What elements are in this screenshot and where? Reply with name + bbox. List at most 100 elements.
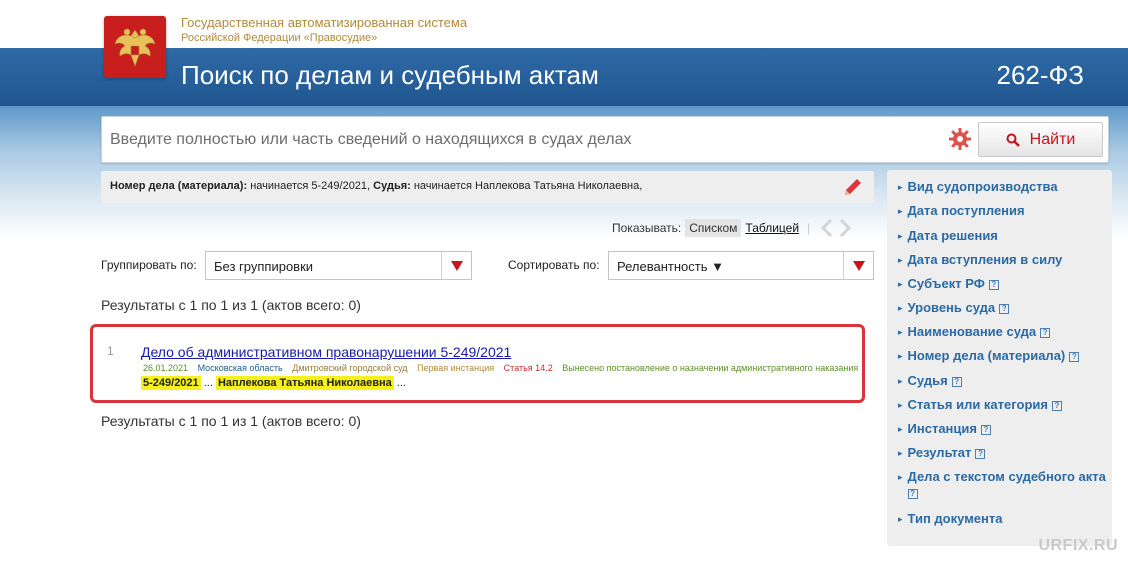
help-icon[interactable]: ? bbox=[988, 280, 999, 290]
filter-sidebar: ▸ Вид судопроизводства ▸ Дата поступления … bbox=[887, 170, 1112, 546]
help-icon[interactable]: ? bbox=[1069, 352, 1080, 362]
result-article: Статья 14.2 bbox=[503, 363, 553, 373]
sidebar-item-result[interactable]: ▸ Результат? bbox=[898, 445, 986, 460]
view-mode-label: Показывать: bbox=[612, 221, 682, 235]
triangle-down-icon bbox=[450, 260, 463, 271]
sidebar-item-label: Субъект РФ bbox=[907, 276, 985, 291]
help-icon[interactable]: ? bbox=[1051, 401, 1062, 411]
view-separator: | bbox=[807, 221, 811, 235]
bullet-icon: ▸ bbox=[898, 279, 903, 289]
gear-icon[interactable] bbox=[948, 127, 972, 151]
find-button[interactable]: Найти bbox=[978, 122, 1103, 157]
result-number: 1 bbox=[107, 344, 114, 358]
bullet-icon: ▸ bbox=[898, 351, 903, 361]
sidebar-item-label: Наименование суда bbox=[907, 324, 1037, 339]
sidebar-item-judge[interactable]: ▸ Судья? bbox=[898, 373, 962, 388]
view-table-option[interactable]: Таблицей bbox=[745, 221, 799, 235]
sort-by-value: Релевантность ▼ bbox=[617, 259, 724, 274]
help-icon[interactable]: ? bbox=[907, 489, 918, 499]
russian-coat-of-arms-logo bbox=[104, 16, 166, 78]
sidebar-item-article[interactable]: ▸ Статья или категория? bbox=[898, 397, 1062, 412]
result-court: Дмитровский городской суд bbox=[292, 363, 408, 373]
bullet-icon: ▸ bbox=[898, 424, 903, 434]
bullet-icon: ▸ bbox=[898, 231, 903, 241]
sidebar-item-label: Судья bbox=[907, 373, 948, 388]
triangle-down-icon bbox=[852, 260, 865, 271]
edit-pencil-icon[interactable] bbox=[842, 176, 864, 198]
search-icon bbox=[1006, 133, 1020, 147]
sidebar-item-label: Уровень суда bbox=[907, 300, 996, 315]
sidebar-item-document-type[interactable]: ▸ Тип документа bbox=[898, 511, 1003, 526]
group-by-select[interactable]: Без группировки bbox=[205, 251, 472, 280]
system-name-line2: Российской Федерации «Правосудие» bbox=[181, 32, 378, 44]
bullet-icon: ▸ bbox=[898, 376, 903, 386]
sidebar-item-receipt-date[interactable]: ▸ Дата поступления bbox=[898, 203, 1025, 218]
criteria-case-label: Номер дела (материала): bbox=[110, 180, 248, 192]
view-mode-switcher: Показывать: Списком Таблицей | bbox=[612, 218, 852, 238]
sidebar-item-label: Результат bbox=[907, 445, 972, 460]
group-by-value: Без группировки bbox=[214, 259, 314, 274]
sidebar-item-label: Вид судопроизводства bbox=[907, 179, 1058, 194]
result-meta: 26.01.2021 Московская область Дмитровски… bbox=[143, 363, 865, 373]
criteria-judge-label: Судья: bbox=[373, 180, 411, 192]
group-by-dropdown-arrow[interactable] bbox=[441, 252, 471, 279]
highlight-ellipsis-end: ... bbox=[396, 377, 406, 389]
result-region: Московская область bbox=[197, 363, 283, 373]
highlight-case-number: 5-249/2021 bbox=[141, 376, 201, 390]
bullet-icon: ▸ bbox=[898, 206, 903, 216]
result-instance: Первая инстанция bbox=[417, 363, 495, 373]
top-strip bbox=[0, 0, 1128, 48]
bullet-icon: ▸ bbox=[898, 327, 903, 337]
sidebar-item-case-type[interactable]: ▸ Вид судопроизводства bbox=[898, 179, 1058, 194]
view-list-option[interactable]: Списком bbox=[685, 219, 742, 237]
page-title: Поиск по делам и судебным актам bbox=[181, 60, 599, 90]
sidebar-item-label: Дела с текстом судебного акта bbox=[907, 469, 1106, 484]
sort-by-label: Сортировать по: bbox=[508, 258, 600, 272]
sort-by-dropdown-arrow[interactable] bbox=[843, 252, 873, 279]
sidebar-item-region[interactable]: ▸ Субъект РФ? bbox=[898, 276, 999, 291]
result-highlights: 5-249/2021 ... Наплекова Татьяна Николае… bbox=[141, 376, 406, 390]
results-count-bottom: Результаты с 1 по 1 из 1 (актов всего: 0… bbox=[101, 413, 361, 429]
sidebar-item-instance[interactable]: ▸ Инстанция? bbox=[898, 421, 991, 436]
group-by-label: Группировать по: bbox=[101, 258, 197, 272]
find-button-label: Найти bbox=[1029, 130, 1076, 148]
chevron-left-icon[interactable] bbox=[820, 218, 834, 238]
search-input[interactable] bbox=[110, 125, 930, 155]
sort-by-select[interactable]: Релевантность ▼ bbox=[608, 251, 874, 280]
sidebar-item-label: Номер дела (материала) bbox=[907, 348, 1066, 363]
sidebar-item-label: Статья или категория bbox=[907, 397, 1048, 412]
result-date: 26.01.2021 bbox=[143, 363, 189, 373]
highlight-judge-name: Наплекова Татьяна Николаевна bbox=[215, 376, 394, 390]
bullet-icon: ▸ bbox=[898, 514, 903, 524]
sidebar-item-label: Дата вступления в силу bbox=[907, 252, 1063, 267]
result-item: 1 Дело об административном правонарушени… bbox=[90, 324, 865, 403]
double-headed-eagle-icon bbox=[114, 28, 156, 67]
sidebar-item-label: Дата решения bbox=[907, 228, 998, 243]
bullet-icon: ▸ bbox=[898, 472, 903, 482]
help-icon[interactable]: ? bbox=[980, 425, 991, 435]
sidebar-item-label: Дата поступления bbox=[907, 203, 1025, 218]
bullet-icon: ▸ bbox=[898, 182, 903, 192]
bullet-icon: ▸ bbox=[898, 448, 903, 458]
results-count-top: Результаты с 1 по 1 из 1 (актов всего: 0… bbox=[101, 297, 361, 313]
sidebar-item-with-act-text[interactable]: ▸ Дела с текстом судебного акта? bbox=[898, 469, 1108, 501]
criteria-case-value: начинается 5-249/2021, bbox=[250, 180, 371, 192]
help-icon[interactable]: ? bbox=[1040, 328, 1051, 338]
help-icon[interactable]: ? bbox=[999, 304, 1010, 314]
result-title-link[interactable]: Дело об административном правонарушении … bbox=[141, 344, 511, 360]
system-name-line1: Государственная автоматизированная систе… bbox=[181, 15, 468, 30]
sidebar-item-court-name[interactable]: ▸ Наименование суда? bbox=[898, 324, 1051, 339]
chevron-right-icon[interactable] bbox=[838, 218, 852, 238]
sidebar-item-decision-date[interactable]: ▸ Дата решения bbox=[898, 228, 998, 243]
sidebar-item-label: Тип документа bbox=[907, 511, 1003, 526]
criteria-judge-value: начинается Наплекова Татьяна Николаевна, bbox=[413, 180, 643, 192]
bullet-icon: ▸ bbox=[898, 400, 903, 410]
sidebar-item-court-level[interactable]: ▸ Уровень суда? bbox=[898, 300, 1010, 315]
search-box: Найти bbox=[101, 116, 1109, 163]
help-icon[interactable]: ? bbox=[951, 377, 962, 387]
help-icon[interactable]: ? bbox=[975, 449, 986, 459]
sidebar-item-effective-date[interactable]: ▸ Дата вступления в силу bbox=[898, 252, 1062, 267]
law-number: 262-ФЗ bbox=[996, 60, 1084, 90]
sidebar-item-case-number[interactable]: ▸ Номер дела (материала)? bbox=[898, 348, 1080, 363]
sidebar-item-label: Инстанция bbox=[907, 421, 977, 436]
